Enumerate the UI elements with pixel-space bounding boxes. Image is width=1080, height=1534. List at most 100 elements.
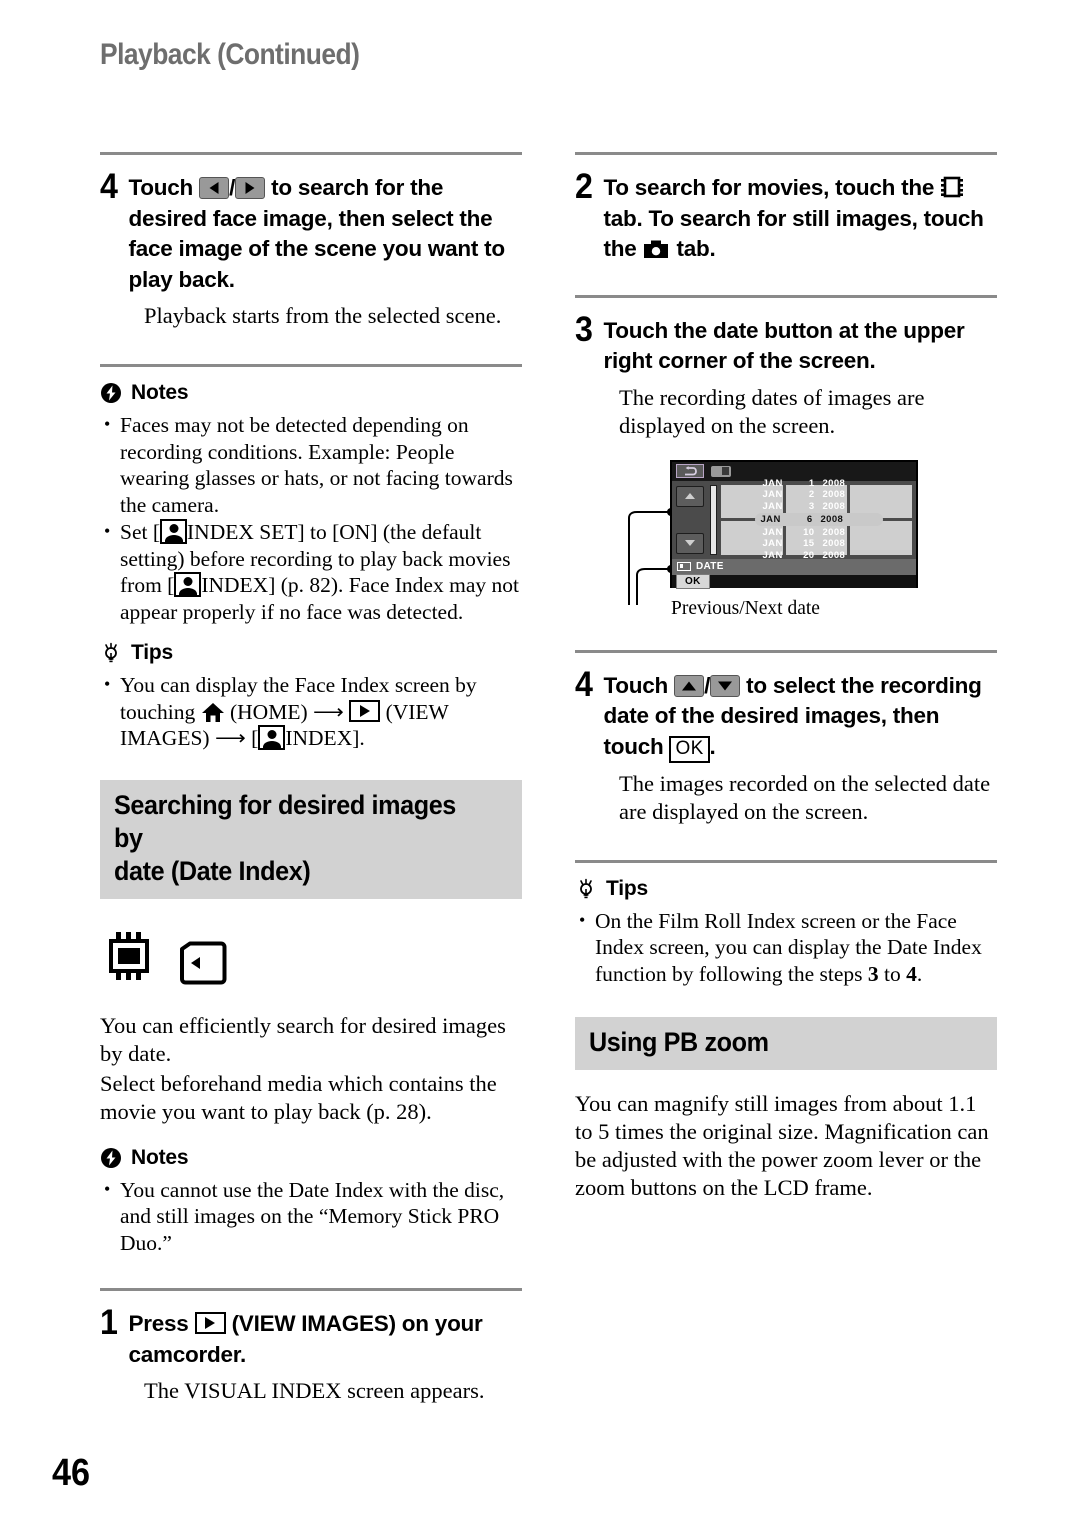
film-strip-icon[interactable]	[940, 175, 964, 200]
nav-up-arrow-icon[interactable]	[676, 485, 704, 507]
divider	[100, 152, 522, 155]
step-number: 4	[575, 664, 593, 704]
step-3-description: The recording dates of images are displa…	[619, 384, 925, 438]
lcd-scrollbar[interactable]	[710, 484, 717, 555]
tip-text-1: On the Film Roll Index screen or the Fac…	[595, 908, 982, 986]
list-item: On the Film Roll Index screen or the Fac…	[577, 907, 997, 988]
lcd-screen-figure: JAN 1 2008 JAN 2 2008 JAN 3 2008 JAN 6 2008 JAN 10 200…	[575, 459, 997, 620]
step-ref-to: 4	[906, 961, 917, 986]
notes-list-2: You cannot use the Date Index with the d…	[102, 1176, 522, 1257]
date-tab-icon	[677, 562, 691, 571]
page-title: Playback (Continued)	[100, 38, 360, 71]
divider	[575, 294, 997, 298]
step-4-description: The images recorded on the selected date…	[619, 770, 991, 824]
divider	[575, 649, 997, 653]
step-4-face-search: 4 Touch / to search for the desired face…	[100, 169, 522, 295]
face-index-icon	[160, 519, 188, 544]
lcd-thumbnail-grid: JAN 1 2008 JAN 2 2008 JAN 3 2008 JAN 6 2008 JAN 10 200…	[721, 478, 916, 561]
date-index-intro-2: Select beforehand media which contains t…	[100, 1070, 497, 1124]
date-index-intro-1: You can efficiently search for desired i…	[100, 1012, 506, 1066]
divider	[575, 152, 997, 155]
lcd-screen: JAN 1 2008 JAN 2 2008 JAN 3 2008 JAN 6 2008 JAN 10 200…	[670, 459, 918, 589]
face-index-icon	[174, 572, 202, 597]
step-text-a: Press	[128, 1311, 189, 1336]
ok-key-icon[interactable]: OK	[669, 735, 710, 763]
thumbnail-cell[interactable]	[721, 521, 783, 555]
notes-bolt-icon	[100, 1147, 122, 1169]
right-arrow-icon: ⟶	[214, 726, 246, 750]
left-column: 4 Touch / to search for the desired face…	[100, 152, 522, 1405]
banner-line-1: Using PB zoom	[589, 1027, 769, 1057]
banner-line-2: date (Date Index)	[114, 855, 311, 886]
tips-heading: Tips	[100, 641, 522, 665]
tip-text-5: INDEX].	[285, 726, 365, 750]
tips-label: Tips	[131, 641, 173, 664]
right-arrow-icon: ⟶	[313, 699, 344, 724]
notes-heading: Notes	[100, 381, 522, 405]
page-number: 46	[52, 1452, 91, 1494]
lcd-top-bar	[672, 461, 916, 481]
step-1-description: The VISUAL INDEX screen appears.	[144, 1378, 485, 1403]
lcd-date-tab[interactable]: DATE	[672, 558, 916, 575]
lcd-main-area: JAN 1 2008 JAN 2 2008 JAN 3 2008 JAN 6 2008 JAN 10 200…	[672, 478, 916, 561]
list-item: Set [INDEX SET] to [ON] (the default set…	[102, 518, 522, 625]
nav-down-arrow-icon[interactable]	[676, 532, 704, 554]
figure-caption: Previous/Next date	[671, 597, 820, 619]
divider	[100, 364, 522, 367]
list-item: You can display the Face Index screen by…	[102, 671, 522, 752]
step-text: To search for movies, touch the tab. To …	[603, 169, 997, 265]
step-text-a: Touch	[128, 175, 194, 200]
note-text-1: Set [	[120, 520, 161, 544]
tip-text-2: to	[884, 961, 901, 986]
step-number: 4	[100, 167, 118, 206]
internal-memory-icon	[100, 927, 158, 990]
media-icons-row	[100, 927, 522, 990]
step-number: 2	[575, 167, 593, 206]
banner-line-1: Searching for desired images by	[114, 789, 456, 853]
arrow-left-key-icon[interactable]	[199, 177, 230, 199]
battery-icon	[711, 465, 731, 477]
notes-bolt-icon	[100, 382, 122, 404]
tips-heading: Tips	[575, 877, 997, 901]
view-images-key-icon[interactable]	[194, 1312, 226, 1334]
divider	[575, 859, 997, 863]
step-text-c: tab.	[676, 236, 716, 261]
step-text-a: Touch	[603, 672, 669, 698]
pb-zoom-text: You can magnify still images from about …	[575, 1091, 989, 1200]
step-2-tab-select: 2 To search for movies, touch the tab. T…	[575, 169, 997, 265]
arrow-right-key-icon[interactable]	[235, 177, 266, 199]
view-images-key-icon	[349, 699, 381, 722]
tips-list: You can display the Face Index screen by…	[102, 671, 522, 752]
step-text: Touch the date button at the upper right…	[603, 317, 965, 374]
step-text: Touch / to search for the desired face i…	[128, 169, 522, 295]
section-banner-date-index: Searching for desired images by date (Da…	[100, 779, 522, 899]
step-text: Press (VIEW IMAGES) on your camcorder.	[128, 1305, 522, 1370]
step-text-c: .	[709, 733, 716, 759]
right-column: 2 To search for movies, touch the tab. T…	[575, 152, 997, 1202]
thumbnail-cell[interactable]	[785, 484, 848, 518]
tips-bulb-icon	[100, 642, 122, 664]
camera-icon[interactable]	[642, 236, 670, 261]
lcd-ok-button[interactable]: OK	[676, 573, 710, 589]
lcd-tab-label: DATE	[696, 561, 724, 572]
step-number: 3	[575, 309, 593, 349]
step-text-a: To search for movies, touch the	[603, 175, 935, 200]
thumbnail-cell[interactable]	[785, 521, 848, 555]
step-4-description: Playback starts from the selected scene.	[144, 303, 502, 328]
thumbnail-cell[interactable]	[721, 484, 783, 518]
return-arrow-icon[interactable]	[676, 464, 704, 478]
list-item: Faces may not be detected depending on r…	[102, 411, 522, 518]
tip-text-3: .	[916, 961, 923, 986]
step-ref-from: 3	[867, 961, 879, 986]
home-icon	[201, 700, 225, 724]
notes-heading: Notes	[100, 1146, 522, 1170]
thumbnail-cell[interactable]	[850, 521, 912, 555]
face-index-icon	[258, 725, 286, 750]
arrow-up-key-icon[interactable]	[674, 674, 705, 697]
arrow-down-key-icon[interactable]	[710, 674, 741, 697]
step-number: 1	[100, 1303, 118, 1342]
section-banner-pb-zoom: Using PB zoom	[575, 1017, 997, 1070]
thumbnail-cell[interactable]	[850, 484, 912, 518]
tips-label: Tips	[606, 876, 648, 900]
tip-text-2: (HOME)	[230, 699, 308, 724]
